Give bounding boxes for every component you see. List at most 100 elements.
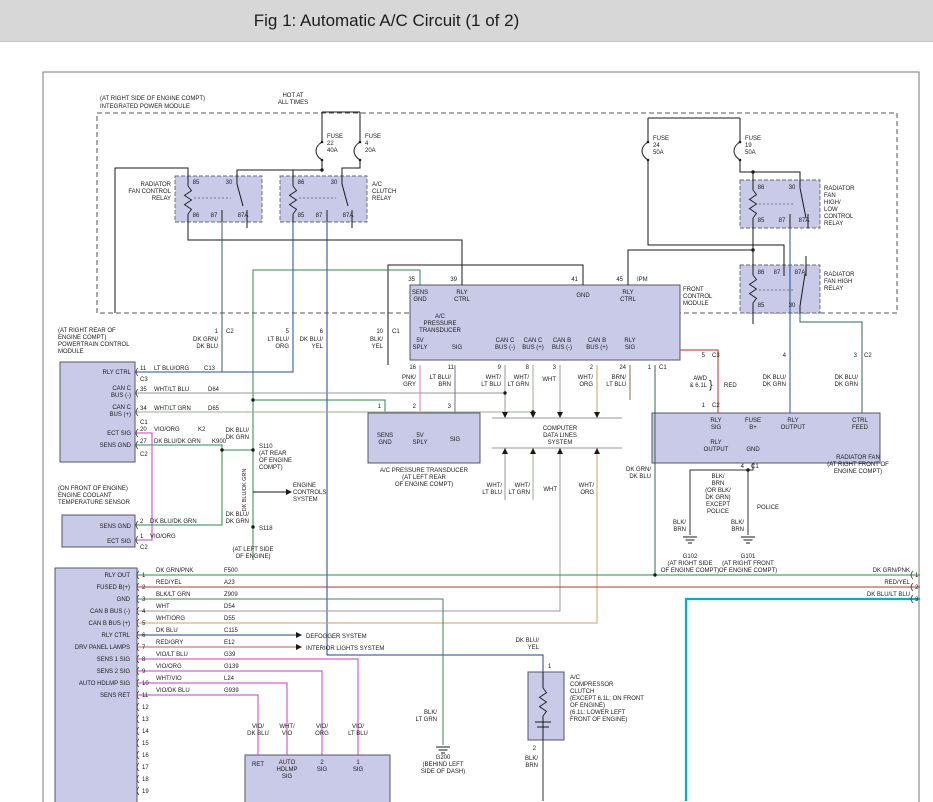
diagram-label: PNK/: [402, 375, 416, 381]
diagram-label: G939: [224, 688, 239, 694]
diagram-label: DK BLU/: [516, 638, 540, 644]
diagram-label: BLK/: [424, 710, 437, 716]
diagram-label: CAN C: [112, 386, 131, 392]
diagram-label: C2: [226, 329, 234, 335]
diagram-label: SIG: [452, 345, 463, 351]
diagram-label: (BEHIND LEFT: [422, 762, 463, 768]
diagram-label: POLICE: [757, 505, 779, 511]
diagram-label: B+: [749, 425, 757, 431]
diagram-label: C1: [140, 420, 148, 426]
diagram-label: ORG: [315, 731, 329, 737]
diagram-label: ENGINE COMPT): [834, 469, 882, 475]
diagram-label: (AT RIGHT FRONT: [722, 561, 774, 567]
diagram-label: 11: [142, 693, 149, 699]
diagram-label: 1: [142, 573, 146, 579]
diagram-label: 86: [758, 185, 765, 191]
diagram-label: C1: [392, 329, 400, 335]
diagram-label: RED/YEL: [156, 580, 182, 586]
fuse-terminal: [647, 159, 650, 162]
junction-dot: [751, 248, 754, 251]
diagram-label: RLY: [710, 418, 721, 424]
diagram-label: (AT RIGHT SIDE OF ENGINE COMPT): [100, 96, 205, 102]
diagram-label: 1: [548, 664, 552, 670]
diagram-label: HOT AT: [282, 93, 303, 99]
diagram-label: ORG: [579, 382, 593, 388]
diagram-label: 7: [142, 645, 146, 651]
junction-dot: [251, 448, 254, 451]
diagram-label: ORG: [580, 490, 594, 496]
diagram-label: MODULE: [58, 349, 84, 355]
diagram-label: SIG: [711, 425, 722, 431]
diagram-label: DK GRN: [763, 382, 786, 388]
spine-to-transducer: [253, 400, 385, 413]
diagram-label: BLK/LT GRN: [156, 592, 190, 598]
r1-86-to-fcm39: [188, 222, 462, 285]
diagram-label: DK GRN: [226, 519, 249, 525]
diagram-label: 87: [774, 270, 781, 276]
diagram-label: 45: [616, 277, 623, 283]
diagram-label: 10: [376, 329, 383, 335]
diagram-label: DK BLU: [156, 628, 178, 634]
diagram-label: DK BLU: [247, 731, 269, 737]
diagram-label: 24: [619, 365, 626, 371]
diagram-label: 86: [193, 213, 200, 219]
diagram-label: GND: [117, 597, 131, 603]
diagram-label: (AT RIGHT REAR OF: [58, 328, 116, 334]
diagram-label: D65: [208, 406, 220, 412]
diagram-label: LT BLU/: [268, 337, 290, 343]
figure-viewer: Fig 1: Automatic A/C Circuit (1 of 2) (A…: [0, 0, 933, 802]
diagram-label: 50A: [745, 150, 756, 156]
diagram-label: SYSTEM: [293, 497, 318, 503]
diagram-label: SENS 2 SIG: [97, 669, 131, 675]
diagram-label: BRN: [525, 763, 538, 769]
can-b-plus: [137, 448, 597, 623]
diagram-label: AWD: [693, 376, 707, 382]
dkblu-ltblu-feed: [686, 599, 920, 801]
diagram-label: 50A: [653, 150, 664, 156]
diagram-label: FUSE: [745, 418, 761, 424]
diagram-label: (AT LEFT REAR: [402, 475, 446, 481]
diagram-label: 18: [142, 777, 149, 783]
diagram-label: BRN/: [612, 375, 627, 381]
diagram-label: SENS: [412, 290, 428, 296]
diagram-label: A/C: [372, 182, 383, 188]
diagram-label: SENS RET: [100, 693, 130, 699]
diagram-label: FRONT OF ENGINE): [570, 717, 627, 723]
diagram-label: DK GRN/PNK: [156, 568, 193, 574]
diagram-label: CTRL: [852, 418, 868, 424]
diagram-label: OF ENGINE): [235, 554, 270, 560]
diagram-label: S118: [259, 526, 273, 532]
diagram-label: WHT/: [486, 375, 502, 381]
diagram-label: RLY CTRL: [102, 633, 131, 639]
diagram-label: 2: [413, 404, 417, 410]
diagram-label: GND: [378, 440, 392, 446]
diagram-label: VIO/ORG: [156, 664, 182, 670]
diagram-label: ECT SIG: [107, 539, 131, 545]
diagram-label: WHT/: [487, 483, 503, 489]
diagram-label: FAN: [824, 193, 836, 199]
diagram-label: DK GRN: [835, 382, 858, 388]
diagram-label: A23: [224, 580, 235, 586]
diagram-label: LT BLU: [482, 490, 502, 496]
diagram-label: D54: [224, 604, 236, 610]
diagram-label: SIG: [317, 767, 328, 773]
diagram-label: (EXCEPT 6.1L; ON FRONT: [570, 696, 644, 702]
fuse-symbol: [316, 142, 322, 160]
diagram-label: RED/GRY: [156, 640, 183, 646]
fuse-terminal: [359, 159, 362, 162]
diagram-label: WHT/LT BLU: [154, 387, 189, 393]
diagram-label: DK BLU/DK GRN: [150, 519, 197, 525]
row9-vio-org: [137, 671, 322, 755]
diagram-label: 16: [409, 365, 416, 371]
diagram-label: RED/YEL: [884, 580, 910, 586]
diagram-label: FUSE: [327, 134, 343, 140]
diagram-label: G101: [741, 554, 756, 560]
diagram-label: SIG: [450, 437, 461, 443]
diagram-label: 87: [779, 218, 786, 224]
diagram-label: CTRL: [620, 297, 636, 303]
diagram-label: FUSED B(+): [96, 585, 130, 591]
fuse-terminal: [321, 159, 324, 162]
diagram-label: FRONT: [683, 287, 704, 293]
diagram-label: 30: [226, 180, 233, 186]
diagram-label: BUS (+): [522, 345, 544, 351]
